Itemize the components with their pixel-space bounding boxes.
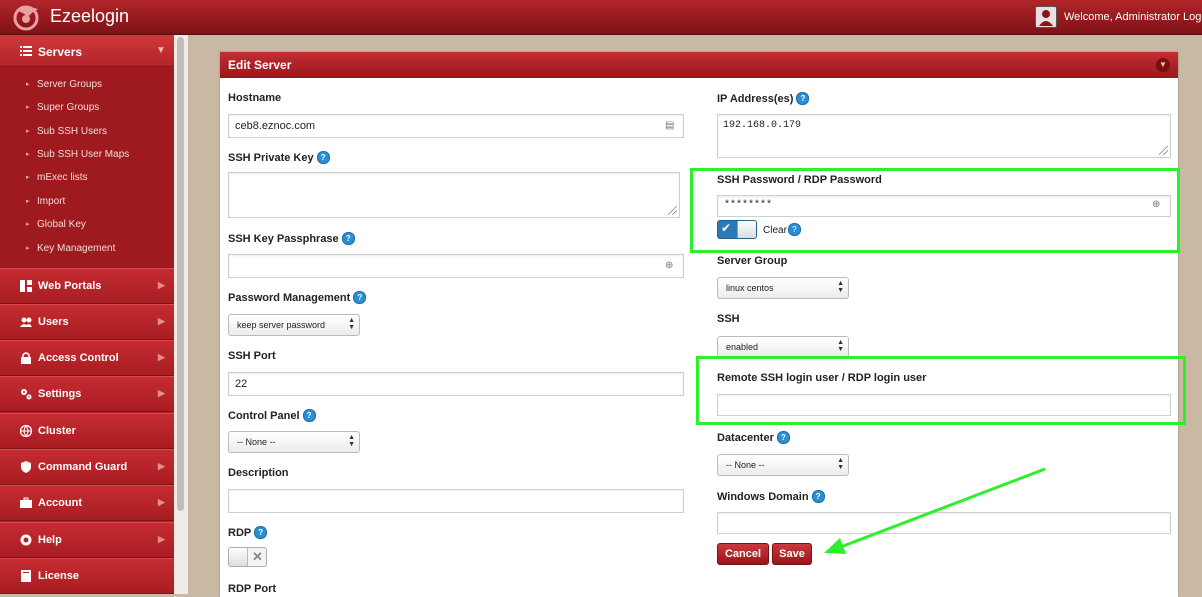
annotation-arrow-icon (824, 467, 1046, 554)
